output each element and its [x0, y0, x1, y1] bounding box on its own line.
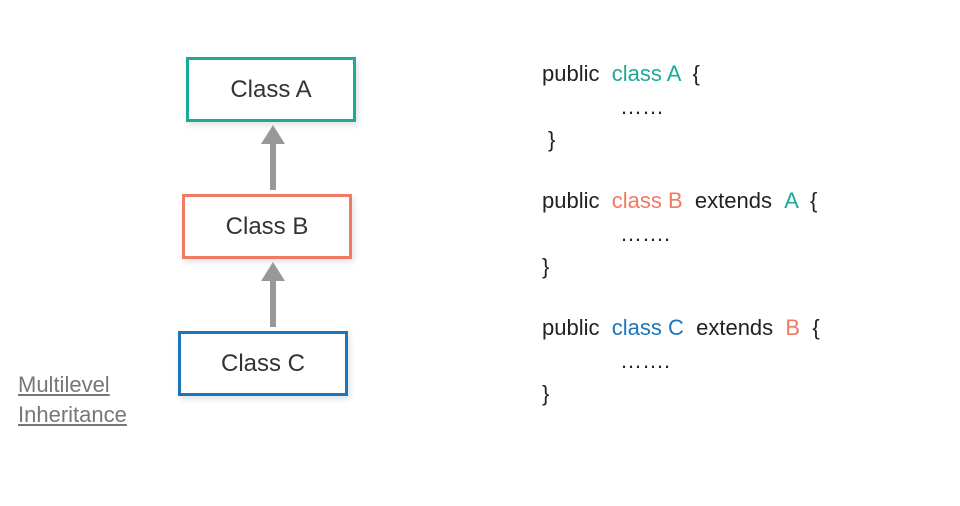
diagram-caption: Multilevel Inheritance	[18, 370, 127, 429]
class-b-label: Class B	[226, 213, 309, 241]
kw-public: public	[542, 61, 599, 86]
brace-close: }	[542, 377, 820, 410]
brace-close: }	[542, 123, 820, 156]
parent-a: A	[784, 188, 797, 213]
arrow-up-icon	[258, 122, 288, 194]
class-a-box: Class A	[186, 57, 356, 122]
class-c-label: Class C	[221, 350, 305, 378]
class-a-label: Class A	[230, 76, 311, 104]
kw-public: public	[542, 315, 599, 340]
kw-extends: extends	[695, 188, 772, 213]
brace-open: {	[810, 188, 817, 213]
parent-b: B	[785, 315, 800, 340]
class-c-box: Class C	[178, 331, 348, 396]
code-body: …….	[542, 217, 820, 250]
code-snippets: public class A { …… } public class B ext…	[542, 57, 820, 438]
class-decl-c: class C	[612, 315, 684, 340]
code-body: ……	[542, 90, 820, 123]
code-line: public class B extends A {	[542, 184, 820, 217]
code-body: …….	[542, 344, 820, 377]
inheritance-diagram: Class A Class B Class C	[178, 57, 368, 396]
class-b-box: Class B	[182, 194, 352, 259]
kw-extends: extends	[696, 315, 773, 340]
code-class-b: public class B extends A { ……. }	[542, 184, 820, 283]
code-line: public class C extends B {	[542, 311, 820, 344]
caption-line1: Multilevel	[18, 372, 110, 397]
arrow-up-icon	[258, 259, 288, 331]
brace-close: }	[542, 250, 820, 283]
arrow-b-to-a	[178, 122, 368, 194]
code-class-c: public class C extends B { ……. }	[542, 311, 820, 410]
arrow-c-to-b	[178, 259, 368, 331]
class-decl-a: class A	[612, 61, 680, 86]
code-line: public class A {	[542, 57, 820, 90]
brace-open: {	[692, 61, 699, 86]
kw-public: public	[542, 188, 599, 213]
brace-open: {	[812, 315, 819, 340]
code-class-a: public class A { …… }	[542, 57, 820, 156]
caption-line2: Inheritance	[18, 402, 127, 427]
class-decl-b: class B	[612, 188, 683, 213]
